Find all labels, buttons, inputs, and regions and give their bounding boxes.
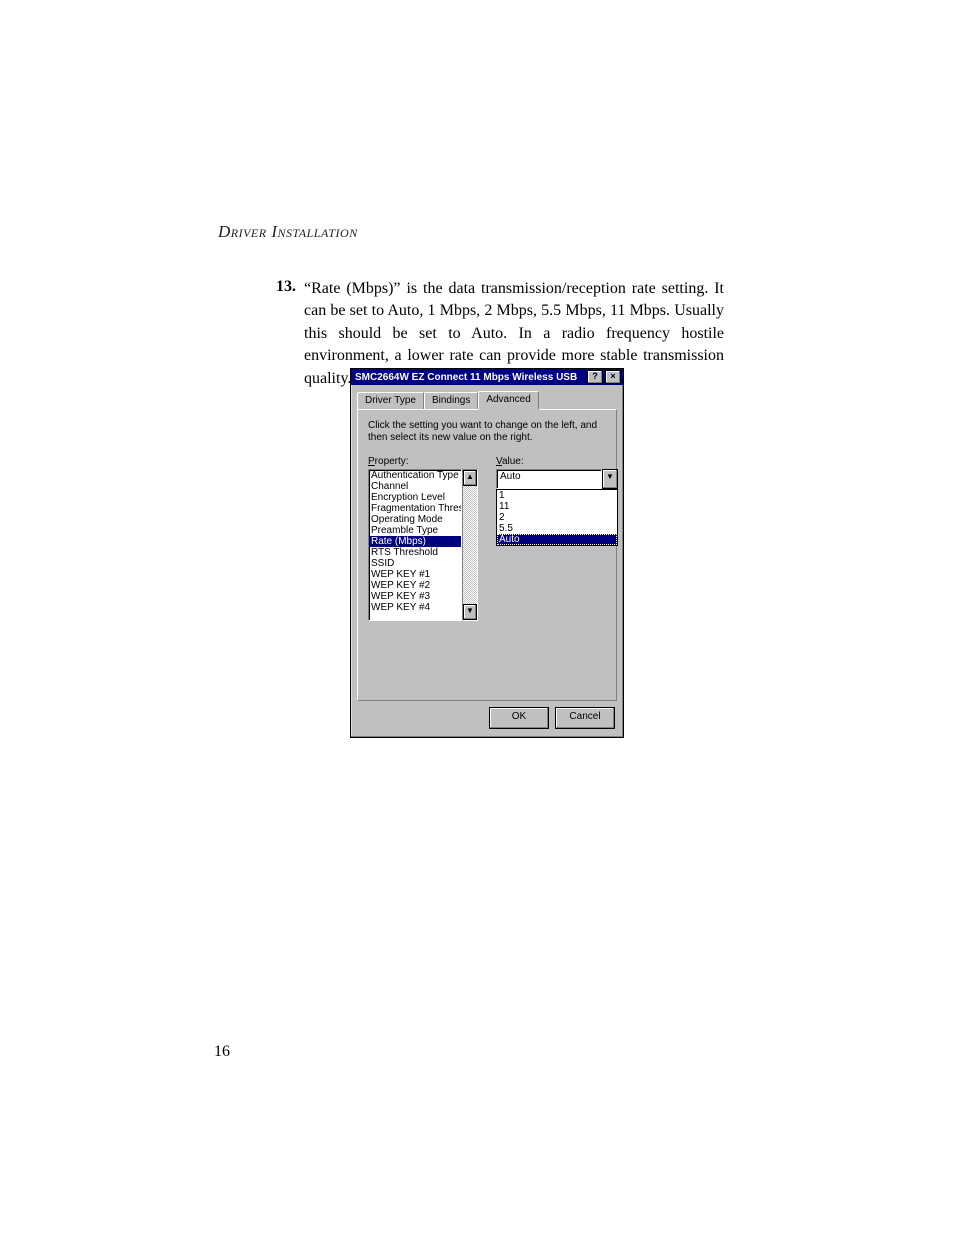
value-combobox[interactable]: Auto ▼ [496,469,618,489]
value-combobox-input[interactable]: Auto [496,469,602,489]
property-listbox[interactable]: Authentication TypeChannelEncryption Lev… [368,469,462,621]
scroll-down-button[interactable]: ▼ [463,604,477,620]
tab-advanced[interactable]: Advanced [478,391,538,410]
tab-strip: Driver Type Bindings Advanced [357,391,617,409]
property-option[interactable]: Fragmentation Threshold [369,503,461,514]
property-option[interactable]: WEP KEY #2 [369,580,461,591]
property-option[interactable]: WEP KEY #4 [369,602,461,613]
value-option[interactable]: 1 [497,490,617,501]
property-option[interactable]: Operating Mode [369,514,461,525]
property-option[interactable]: SSID [369,558,461,569]
document-page: Driver Installation 13. “Rate (Mbps)” is… [0,0,954,1235]
property-label: Property: [368,456,478,467]
value-combobox-list[interactable]: 11125.5Auto [496,489,618,546]
ok-button[interactable]: OK [489,707,549,729]
property-scrollbar[interactable]: ▲ ▼ [462,469,478,621]
value-option[interactable]: 11 [497,501,617,512]
dialog-title: SMC2664W EZ Connect 11 Mbps Wireless USB [353,372,585,383]
help-button[interactable]: ? [587,370,603,384]
property-option[interactable]: WEP KEY #1 [369,569,461,580]
tab-panel-advanced: Click the setting you want to change on … [357,409,617,701]
cancel-button[interactable]: Cancel [555,707,615,729]
value-label: Value: [496,456,618,467]
property-option[interactable]: Channel [369,481,461,492]
property-option[interactable]: RTS Threshold [369,547,461,558]
close-button[interactable]: × [605,370,621,384]
property-option[interactable]: Rate (Mbps) [369,536,461,547]
dialog-button-row: OK Cancel [351,707,623,737]
value-option[interactable]: 5.5 [497,523,617,534]
instruction-text: Click the setting you want to change on … [368,420,606,444]
running-head: Driver Installation [218,222,358,242]
value-option[interactable]: Auto [497,534,617,545]
property-option[interactable]: WEP KEY #3 [369,591,461,602]
titlebar[interactable]: SMC2664W EZ Connect 11 Mbps Wireless USB… [351,369,623,385]
value-combobox-button[interactable]: ▼ [602,469,618,489]
page-number: 16 [214,1043,230,1061]
item-number: 13. [262,278,304,390]
value-option[interactable]: 2 [497,512,617,523]
properties-dialog: SMC2664W EZ Connect 11 Mbps Wireless USB… [350,368,624,738]
property-option[interactable]: Preamble Type [369,525,461,536]
property-option[interactable]: Encryption Level [369,492,461,503]
tab-driver-type[interactable]: Driver Type [357,392,424,410]
property-option[interactable]: Authentication Type [369,470,461,481]
scroll-up-button[interactable]: ▲ [463,470,477,486]
tab-bindings[interactable]: Bindings [424,392,478,410]
